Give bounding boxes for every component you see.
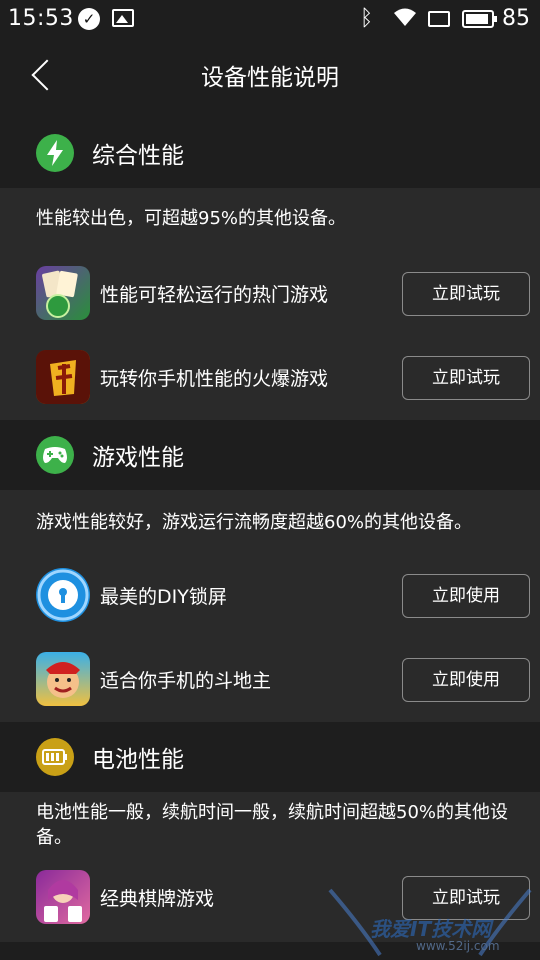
item-label: 性能可轻松运行的热门游戏 xyxy=(100,284,329,306)
status-time: 15:53 xyxy=(8,6,74,31)
list-item[interactable]: 性能可轻松运行的热门游戏 立即试玩 xyxy=(0,252,540,336)
list-item[interactable]: 适合你手机的斗地主 立即使用 xyxy=(0,638,540,722)
section-header-battery: 电池性能 xyxy=(0,722,540,792)
section-description: 性能较出色，可超越95%的其他设备。 xyxy=(36,208,347,229)
wifi-icon xyxy=(392,6,418,33)
tablet-icon xyxy=(428,11,450,27)
use-now-button[interactable]: 立即使用 xyxy=(402,658,530,702)
battery-status-icon xyxy=(462,10,497,28)
watermark-text: 我爱IT技术网 xyxy=(370,917,492,941)
title-bar: 设备性能说明 xyxy=(0,38,540,116)
image-icon xyxy=(112,9,134,27)
section-header-game: 游戏性能 xyxy=(0,420,540,490)
item-label: 适合你手机的斗地主 xyxy=(100,670,272,692)
watermark: 我爱IT技术网 www.52ij.com xyxy=(320,885,540,960)
landlord-game-icon xyxy=(36,652,90,706)
try-now-button[interactable]: 立即试玩 xyxy=(402,272,530,316)
section-title: 综合性能 xyxy=(92,143,184,169)
gamepad-icon xyxy=(36,436,74,474)
section-description: 电池性能一般，续航时间一般，续航时间超越50%的其他设备。 xyxy=(36,802,509,848)
item-label: 玩转你手机性能的火爆游戏 xyxy=(100,368,329,390)
section-header-overall: 综合性能 xyxy=(0,118,540,188)
section-title: 游戏性能 xyxy=(92,445,184,471)
dou-game-icon xyxy=(36,350,90,404)
item-label: 最美的DIY锁屏 xyxy=(100,586,227,608)
try-now-button[interactable]: 立即试玩 xyxy=(402,356,530,400)
poker-game-icon xyxy=(36,266,90,320)
bluetooth-icon: ᛒ xyxy=(360,6,374,31)
list-item[interactable]: 最美的DIY锁屏 立即使用 xyxy=(0,554,540,638)
lightning-icon xyxy=(36,134,74,172)
item-label: 经典棋牌游戏 xyxy=(100,888,215,910)
battery-icon xyxy=(36,738,74,776)
lock-screen-app-icon xyxy=(36,568,90,622)
page-title: 设备性能说明 xyxy=(201,65,339,91)
card-game-icon xyxy=(36,870,90,924)
status-bar: 15:53 ✓ ᛒ 85 xyxy=(0,0,540,38)
section-body-game: 游戏性能较好，游戏运行流畅度超越60%的其他设备。 最美的DIY锁屏 立即使用 … xyxy=(0,490,540,722)
section-title: 电池性能 xyxy=(92,747,184,773)
section-description: 游戏性能较好，游戏运行流畅度超越60%的其他设备。 xyxy=(36,512,473,533)
watermark-url: www.52ij.com xyxy=(416,939,500,953)
list-item[interactable]: 玩转你手机性能的火爆游戏 立即试玩 xyxy=(0,336,540,420)
check-icon: ✓ xyxy=(78,8,100,30)
battery-percent: 85 xyxy=(502,6,530,31)
use-now-button[interactable]: 立即使用 xyxy=(402,574,530,618)
section-body-overall: 性能较出色，可超越95%的其他设备。 性能可轻松运行的热门游戏 立即试玩 玩转你… xyxy=(0,188,540,420)
